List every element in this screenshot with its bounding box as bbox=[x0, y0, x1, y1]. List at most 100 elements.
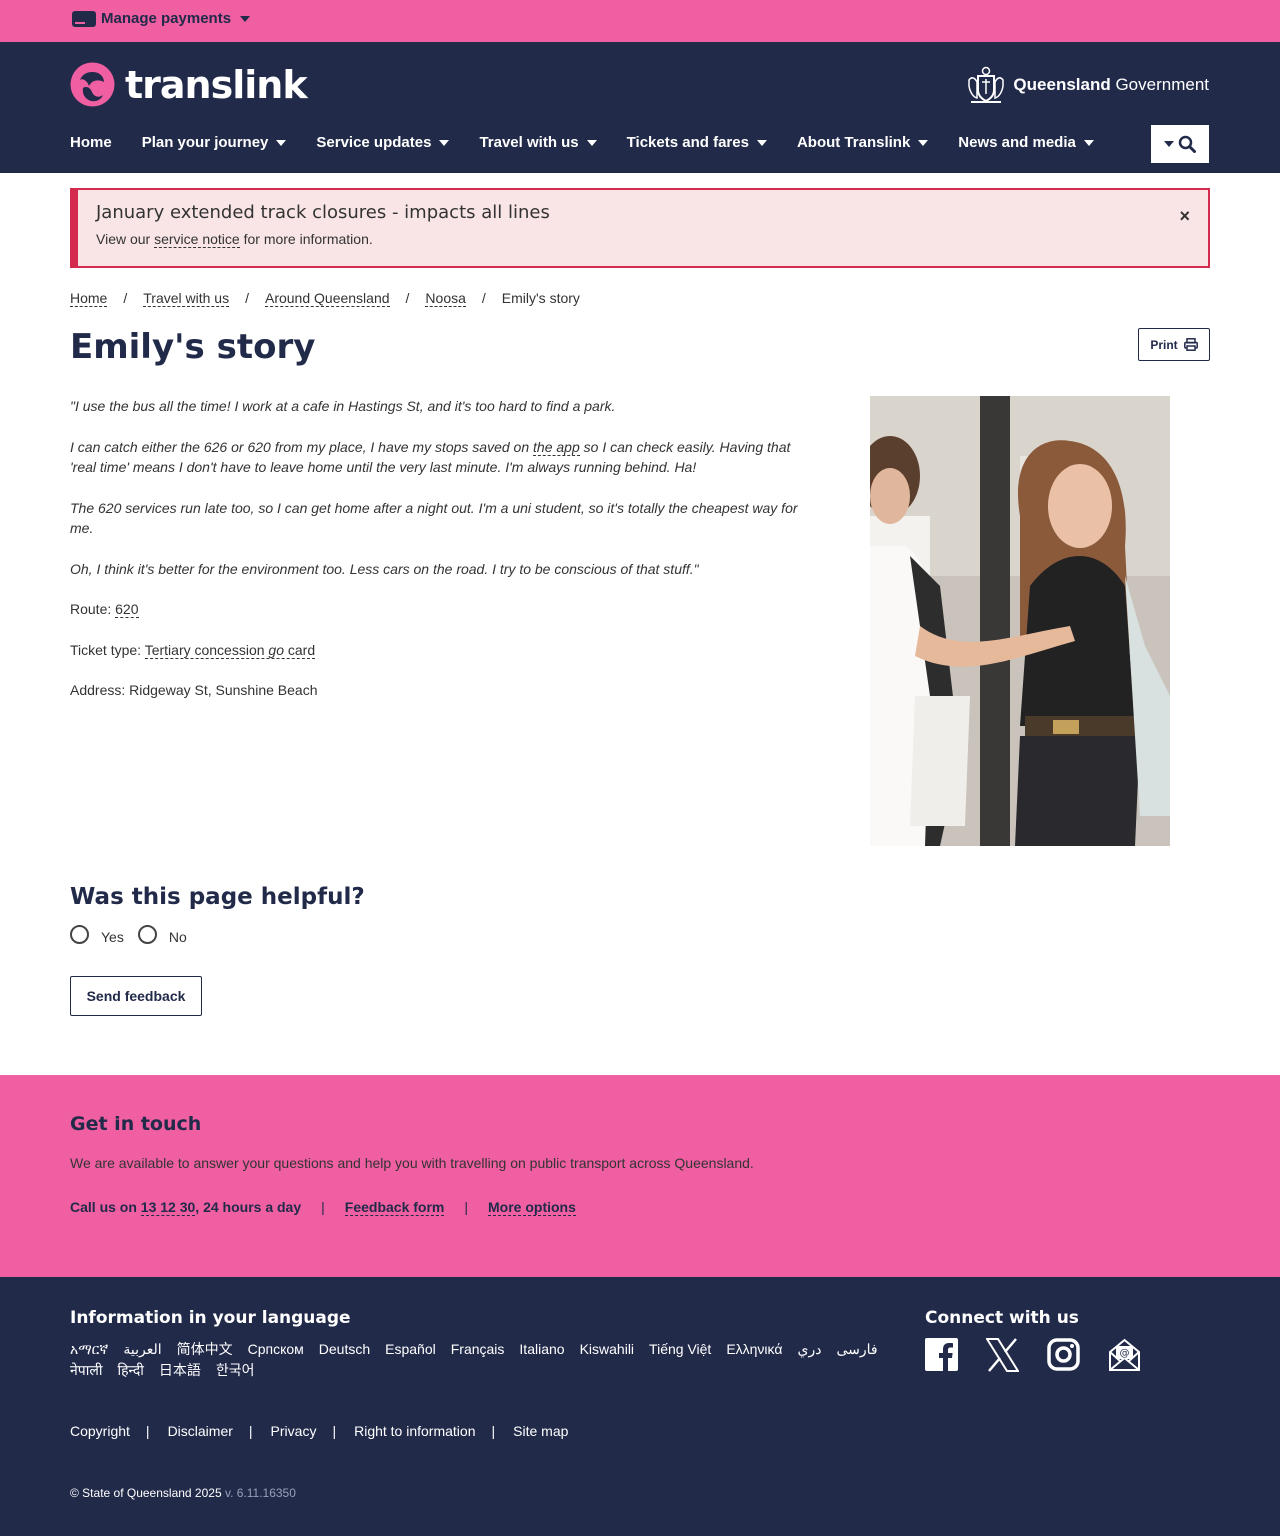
language-link[interactable]: नेपाली bbox=[70, 1360, 102, 1381]
chevron-down-icon bbox=[276, 139, 287, 146]
alert-title: January extended track closures - impact… bbox=[96, 202, 550, 223]
feedback-form-link[interactable]: Feedback form bbox=[344, 1199, 445, 1216]
chevron-down-icon bbox=[439, 139, 450, 146]
tertiary-concession-link[interactable]: Tertiary concession go card bbox=[144, 641, 316, 659]
site-header: translink Queensland Government Home Pla… bbox=[0, 42, 1280, 173]
card-icon bbox=[72, 10, 96, 27]
language-link[interactable]: हिन्दी bbox=[117, 1360, 143, 1381]
separator: | bbox=[145, 1423, 150, 1439]
nav-item-about-translink[interactable]: About Translink bbox=[797, 134, 929, 151]
top-bar: Manage payments bbox=[0, 0, 1280, 42]
language-link[interactable]: 日本語 bbox=[159, 1360, 201, 1381]
copyright-link[interactable]: Copyright bbox=[70, 1423, 130, 1439]
language-link[interactable]: Tiếng Việt bbox=[649, 1339, 711, 1360]
separator: | bbox=[248, 1423, 253, 1439]
breadcrumb-current: Emily's story bbox=[501, 290, 580, 306]
queensland-government-logo[interactable]: Queensland Government bbox=[965, 64, 1209, 106]
logo-text: translink bbox=[125, 62, 308, 107]
main-nav: Home Plan your journey Service updates T… bbox=[70, 134, 1124, 151]
language-link[interactable]: Italiano bbox=[519, 1339, 564, 1360]
language-link[interactable]: Kiswahili bbox=[580, 1339, 634, 1360]
language-link[interactable]: Français bbox=[451, 1339, 505, 1360]
service-notice-link[interactable]: service notice bbox=[154, 231, 240, 248]
x-icon[interactable] bbox=[985, 1338, 1020, 1377]
separator: | bbox=[464, 1199, 468, 1215]
no-radio[interactable] bbox=[137, 925, 157, 944]
yes-radio[interactable] bbox=[70, 925, 89, 944]
svg-text:@: @ bbox=[1120, 1348, 1130, 1359]
contact-links: Call us on 13 12 30, 24 hours a day | Fe… bbox=[70, 1199, 576, 1216]
translink-logo-icon bbox=[70, 62, 115, 107]
social-links: @ bbox=[925, 1338, 1141, 1377]
search-icon bbox=[1178, 135, 1196, 153]
language-link[interactable]: دري bbox=[797, 1339, 821, 1360]
manage-payments-button[interactable]: Manage payments bbox=[72, 10, 251, 27]
privacy-link[interactable]: Privacy bbox=[271, 1423, 317, 1439]
facebook-icon[interactable] bbox=[925, 1338, 958, 1377]
separator: | bbox=[321, 1199, 325, 1215]
story-paragraph: I can catch either the 626 or 620 from m… bbox=[70, 438, 791, 475]
separator: | bbox=[332, 1423, 337, 1439]
breadcrumb-travel-with-us[interactable]: Travel with us bbox=[143, 290, 230, 307]
nav-item-news-and-media[interactable]: News and media bbox=[958, 134, 1094, 151]
language-link[interactable]: አማርኛ bbox=[70, 1339, 108, 1360]
right-to-information-link[interactable]: Right to information bbox=[354, 1423, 475, 1439]
more-options-link[interactable]: More options bbox=[488, 1199, 576, 1216]
chevron-down-icon bbox=[756, 139, 767, 146]
close-icon[interactable]: × bbox=[1179, 206, 1190, 227]
search-toggle-button[interactable] bbox=[1151, 125, 1209, 163]
yes-label[interactable]: Yes bbox=[101, 929, 124, 945]
printer-icon bbox=[1183, 338, 1198, 351]
story-paragraph: The 620 services run late too, so I can … bbox=[70, 499, 798, 537]
version-text: v. 6.11.16350 bbox=[221, 1486, 296, 1500]
print-button[interactable]: Print bbox=[1138, 328, 1210, 361]
language-link[interactable]: 한국어 bbox=[216, 1360, 255, 1381]
language-link[interactable]: فارسی bbox=[836, 1339, 877, 1360]
service-alert: January extended track closures - impact… bbox=[70, 188, 1210, 268]
language-link[interactable]: Српском bbox=[248, 1339, 304, 1360]
chevron-down-icon bbox=[1083, 139, 1094, 146]
email-icon[interactable]: @ bbox=[1108, 1338, 1141, 1377]
nav-item-plan-your-journey[interactable]: Plan your journey bbox=[142, 134, 287, 151]
story-content: "I use the bus all the time! I work at a… bbox=[70, 396, 820, 721]
breadcrumb-separator: / bbox=[481, 290, 486, 306]
the-app-link[interactable]: the app bbox=[533, 438, 580, 456]
breadcrumb-separator: / bbox=[245, 290, 249, 306]
ticket-type-line: Ticket type: Tertiary concession go card bbox=[70, 641, 316, 659]
nav-item-home[interactable]: Home bbox=[70, 134, 112, 151]
nav-item-service-updates[interactable]: Service updates bbox=[316, 134, 450, 151]
breadcrumb-separator: / bbox=[405, 290, 410, 306]
nav-item-tickets-and-fares[interactable]: Tickets and fares bbox=[627, 134, 767, 151]
language-link[interactable]: Español bbox=[385, 1339, 436, 1360]
get-in-touch-heading: Get in touch bbox=[70, 1113, 202, 1135]
send-feedback-button[interactable]: Send feedback bbox=[70, 976, 202, 1016]
call-us-text: Call us on 13 12 30, 24 hours a day bbox=[70, 1199, 302, 1216]
page-title: Emily's story bbox=[70, 327, 316, 367]
language-links: አማርኛ العربية 简体中文 Српском Deutsch Españo… bbox=[70, 1339, 900, 1381]
disclaimer-link[interactable]: Disclaimer bbox=[168, 1423, 233, 1439]
site-map-link[interactable]: Site map bbox=[513, 1423, 568, 1439]
language-link[interactable]: العربية bbox=[123, 1339, 161, 1360]
chevron-down-icon bbox=[240, 15, 251, 22]
translink-logo[interactable]: translink bbox=[70, 62, 308, 107]
print-label: Print bbox=[1150, 337, 1178, 352]
route-620-link[interactable]: 620 bbox=[115, 601, 139, 618]
address-line: Address: Ridgeway St, Sunshine Beach bbox=[70, 682, 318, 698]
instagram-icon[interactable] bbox=[1047, 1338, 1080, 1377]
get-in-touch-section: Get in touch We are available to answer … bbox=[0, 1075, 1280, 1277]
nav-item-travel-with-us[interactable]: Travel with us bbox=[479, 134, 597, 151]
language-link[interactable]: Deutsch bbox=[319, 1339, 370, 1360]
emily-photo bbox=[870, 396, 1170, 846]
breadcrumb-around-queensland[interactable]: Around Queensland bbox=[264, 290, 390, 307]
language-link[interactable]: Ελληνικά bbox=[726, 1339, 782, 1360]
route-line: Route: 620 bbox=[70, 601, 139, 618]
coat-of-arms-icon bbox=[968, 66, 1005, 103]
story-paragraph: Oh, I think it's better for the environm… bbox=[70, 560, 699, 577]
no-label[interactable]: No bbox=[169, 929, 187, 945]
breadcrumb-home[interactable]: Home bbox=[70, 290, 108, 307]
phone-link[interactable]: 13 12 30 bbox=[140, 1199, 196, 1216]
breadcrumb-noosa[interactable]: Noosa bbox=[425, 290, 466, 307]
language-link[interactable]: 简体中文 bbox=[177, 1339, 233, 1360]
copyright-notice: © State of Queensland 2025 v. 6.11.16350 bbox=[70, 1486, 296, 1500]
queensland-government-text: Queensland Government bbox=[1013, 75, 1209, 94]
